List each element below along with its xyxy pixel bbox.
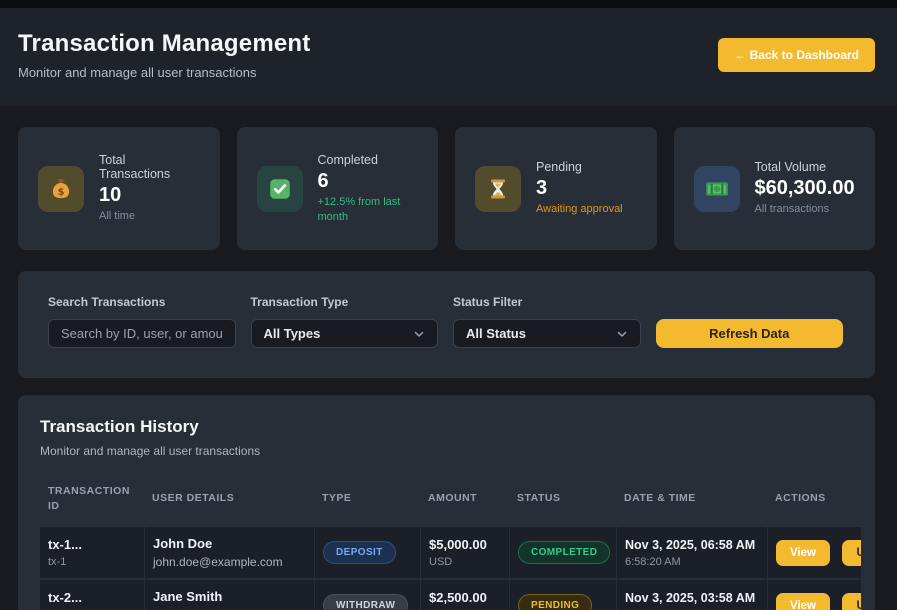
transaction-history-section: Transaction History Monitor and manage a… [18, 395, 875, 610]
stat-label: Total Volume [755, 160, 855, 174]
page-subtitle: Monitor and manage all user transactions [18, 65, 310, 80]
transaction-type-value: All Types [264, 326, 321, 341]
transaction-id: tx-2... [48, 590, 136, 605]
update-button[interactable]: Update [842, 593, 861, 610]
stat-body: Pending 3 Awaiting approval [536, 160, 623, 217]
user-details-cell: Jane Smith jane.smith@example.com [144, 580, 314, 610]
amount-cell: $5,000.00 USD [420, 527, 509, 578]
search-label: Search Transactions [48, 295, 236, 309]
filter-bar: Search Transactions Transaction Type All… [18, 271, 875, 378]
status-filter-label: Status Filter [453, 295, 641, 309]
date-time-cell: Nov 3, 2025, 03:58 AM 3:58:20 AM [616, 580, 767, 610]
stat-value: $60,300.00 [755, 177, 855, 200]
refresh-data-button[interactable]: Refresh Data [656, 319, 844, 348]
stat-body: Completed 6 +12.5% from last month [318, 153, 419, 225]
svg-text:$: $ [58, 186, 65, 197]
user-name: Jane Smith [153, 589, 306, 604]
transactions-table: Transaction ID User Details Type Amount … [40, 472, 861, 610]
column-header-amount: Amount [420, 474, 509, 525]
table-row: tx-2... tx-2 Jane Smith jane.smith@examp… [40, 580, 861, 610]
stat-subtext: All transactions [755, 202, 855, 217]
stat-card-completed: Completed 6 +12.5% from last month [237, 127, 439, 250]
transaction-id-cell: tx-2... tx-2 [40, 580, 144, 610]
actions-cell: View Update [767, 580, 861, 610]
transaction-id-cell: tx-1... tx-1 [40, 527, 144, 578]
search-input[interactable] [48, 319, 236, 348]
status-badge: COMPLETED [518, 541, 610, 564]
view-button[interactable]: View [776, 540, 830, 566]
stat-subtext: +12.5% from last month [318, 195, 419, 225]
back-to-dashboard-button[interactable]: ← Back to Dashboard [718, 38, 875, 72]
user-name: John Doe [153, 536, 306, 551]
table-header-row: Transaction ID User Details Type Amount … [40, 474, 861, 525]
type-cell: DEPOSIT [314, 527, 420, 578]
stats-row: $ Total Transactions 10 All time Complet… [18, 127, 875, 250]
stat-value: 3 [536, 177, 623, 200]
user-email: john.doe@example.com [153, 555, 306, 569]
user-details-cell: John Doe john.doe@example.com [144, 527, 314, 578]
chevron-down-icon [616, 328, 628, 340]
stat-card-total-transactions: $ Total Transactions 10 All time [18, 127, 220, 250]
type-badge: WITHDRAW [323, 594, 408, 610]
transaction-type-select[interactable]: All Types [251, 319, 439, 348]
actions-cell: View Update [767, 527, 861, 578]
date: Nov 3, 2025, 03:58 AM [625, 591, 759, 605]
check-icon [257, 166, 303, 212]
page-header: Transaction Management Monitor and manag… [0, 8, 897, 106]
table-row: tx-1... tx-1 John Doe john.doe@example.c… [40, 527, 861, 578]
stat-body: Total Volume $60,300.00 All transactions [755, 160, 855, 217]
stat-subtext: All time [99, 209, 200, 224]
date: Nov 3, 2025, 06:58 AM [625, 538, 759, 552]
status-cell: COMPLETED [509, 527, 616, 578]
status-cell: PENDING [509, 580, 616, 610]
stat-card-pending: Pending 3 Awaiting approval [455, 127, 657, 250]
type-badge: DEPOSIT [323, 541, 396, 564]
update-button[interactable]: Update [842, 540, 861, 566]
refresh-field: Refresh Data [656, 319, 844, 348]
status-filter-select[interactable]: All Status [453, 319, 641, 348]
search-field: Search Transactions [48, 295, 236, 348]
table-subtitle: Monitor and manage all user transactions [40, 444, 861, 458]
currency: USD [429, 556, 501, 568]
table-title: Transaction History [40, 417, 861, 437]
hourglass-icon [475, 166, 521, 212]
stat-value: 10 [99, 184, 200, 207]
transaction-type-field: Transaction Type All Types [251, 295, 439, 348]
amount: $2,500.00 [429, 590, 501, 605]
header-text: Transaction Management Monitor and manag… [18, 30, 310, 80]
table-wrapper: Transaction ID User Details Type Amount … [40, 472, 861, 610]
column-header-status: Status [509, 474, 616, 525]
stat-body: Total Transactions 10 All time [99, 153, 200, 224]
type-cell: WITHDRAW [314, 580, 420, 610]
main-content: $ Total Transactions 10 All time Complet… [0, 127, 897, 610]
time: 6:58:20 AM [625, 556, 759, 568]
banknote-icon [694, 166, 740, 212]
chevron-down-icon [413, 328, 425, 340]
status-filter-field: Status Filter All Status [453, 295, 641, 348]
transaction-id: tx-1... [48, 537, 136, 552]
status-filter-value: All Status [466, 326, 526, 341]
stat-card-total-volume: Total Volume $60,300.00 All transactions [674, 127, 876, 250]
amount-cell: $2,500.00 USD [420, 580, 509, 610]
column-header-user-details: User Details [144, 474, 314, 525]
column-header-actions: Actions [767, 474, 861, 525]
page-title: Transaction Management [18, 30, 310, 58]
status-badge: PENDING [518, 594, 592, 610]
transaction-type-label: Transaction Type [251, 295, 439, 309]
stat-subtext: Awaiting approval [536, 202, 623, 217]
column-header-transaction-id: Transaction ID [40, 474, 144, 525]
column-header-date-time: Date & Time [616, 474, 767, 525]
date-time-cell: Nov 3, 2025, 06:58 AM 6:58:20 AM [616, 527, 767, 578]
amount: $5,000.00 [429, 537, 501, 552]
stat-value: 6 [318, 170, 419, 193]
money-bag-icon: $ [38, 166, 84, 212]
transaction-id-sub: tx-1 [48, 556, 136, 568]
view-button[interactable]: View [776, 593, 830, 610]
column-header-type: Type [314, 474, 420, 525]
top-bar [0, 0, 897, 8]
stat-label: Total Transactions [99, 153, 200, 181]
stat-label: Pending [536, 160, 623, 174]
stat-label: Completed [318, 153, 419, 167]
